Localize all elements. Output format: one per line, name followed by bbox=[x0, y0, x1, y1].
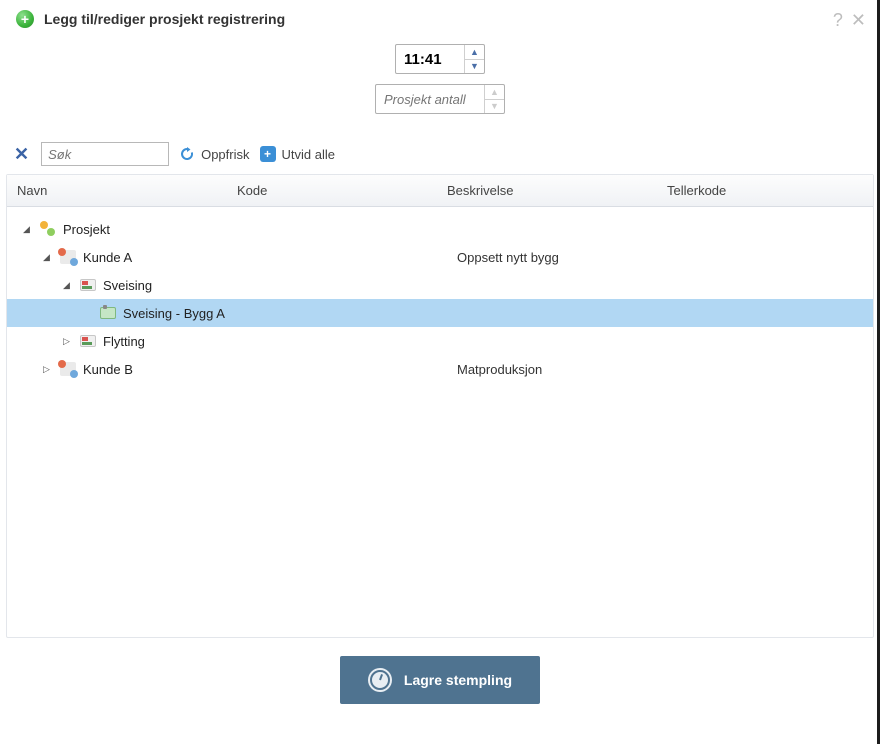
expand-label: Utvid alle bbox=[282, 147, 335, 162]
time-spinner-arrows: ▲ ▼ bbox=[464, 45, 484, 73]
amount-down-arrow: ▼ bbox=[485, 99, 504, 114]
tree-label: Sveising bbox=[103, 278, 152, 293]
time-down-arrow[interactable]: ▼ bbox=[465, 59, 484, 74]
add-icon: + bbox=[16, 10, 34, 28]
time-up-arrow[interactable]: ▲ bbox=[465, 45, 484, 59]
refresh-button[interactable]: Oppfrisk bbox=[179, 146, 249, 162]
customer-icon bbox=[59, 361, 77, 377]
time-input[interactable] bbox=[396, 45, 464, 73]
tree-label: Kunde B bbox=[83, 362, 133, 377]
tree-row-sveising[interactable]: ◢ Sveising bbox=[7, 271, 873, 299]
category-icon bbox=[79, 277, 97, 293]
tree-label: Flytting bbox=[103, 334, 145, 349]
close-icon[interactable]: ✕ bbox=[851, 10, 866, 31]
caret-collapsed-icon[interactable]: ▷ bbox=[63, 336, 73, 347]
amount-up-arrow: ▲ bbox=[485, 85, 504, 99]
customer-icon bbox=[59, 249, 77, 265]
refresh-label: Oppfrisk bbox=[201, 147, 249, 162]
expand-icon: + bbox=[260, 146, 276, 162]
tree-row-prosjekt[interactable]: ◢ Prosjekt bbox=[7, 215, 873, 243]
tree-description: Oppsett nytt bygg bbox=[457, 250, 559, 265]
search-input[interactable] bbox=[41, 142, 169, 166]
tree-row-kunde-b[interactable]: ▷ Kunde B Matproduksjon bbox=[7, 355, 873, 383]
tree-description: Matproduksjon bbox=[457, 362, 542, 377]
amount-spinner: ▲ ▼ bbox=[375, 84, 505, 114]
save-stamping-button[interactable]: Lagre stempling bbox=[340, 656, 540, 704]
col-tellerkode[interactable]: Tellerkode bbox=[657, 175, 873, 206]
tree-toolbar: ✕ Oppfrisk + Utvid alle bbox=[0, 136, 880, 174]
tree-label: Prosjekt bbox=[63, 222, 110, 237]
caret-expanded-icon[interactable]: ◢ bbox=[23, 224, 33, 235]
tree-label: Sveising - Bygg A bbox=[123, 306, 225, 321]
tree-row-flytting[interactable]: ▷ Flytting bbox=[7, 327, 873, 355]
time-spinner[interactable]: ▲ ▼ bbox=[395, 44, 485, 74]
col-navn[interactable]: Navn bbox=[7, 175, 227, 206]
tree-row-kunde-a[interactable]: ◢ Kunde A Oppsett nytt bygg bbox=[7, 243, 873, 271]
project-grid: Navn Kode Beskrivelse Tellerkode ◢ Prosj… bbox=[6, 174, 874, 638]
tree-label: Kunde A bbox=[83, 250, 132, 265]
caret-expanded-icon[interactable]: ◢ bbox=[43, 252, 53, 263]
task-icon bbox=[99, 305, 117, 321]
time-row: ▲ ▼ bbox=[0, 38, 880, 84]
col-beskrivelse[interactable]: Beskrivelse bbox=[437, 175, 657, 206]
dialog-header: + Legg til/rediger prosjekt registrering… bbox=[0, 0, 880, 38]
category-icon bbox=[79, 333, 97, 349]
amount-row: ▲ ▼ bbox=[0, 84, 880, 136]
col-kode[interactable]: Kode bbox=[227, 175, 437, 206]
dialog-footer: Lagre stempling bbox=[0, 638, 880, 730]
expand-all-button[interactable]: + Utvid alle bbox=[260, 146, 335, 162]
clear-search-icon[interactable]: ✕ bbox=[12, 144, 31, 165]
project-root-icon bbox=[39, 221, 57, 237]
amount-spinner-arrows: ▲ ▼ bbox=[484, 85, 504, 113]
grid-header: Navn Kode Beskrivelse Tellerkode bbox=[7, 175, 873, 207]
tree-row-sveising-bygg-a[interactable]: Sveising - Bygg A bbox=[7, 299, 873, 327]
amount-input bbox=[376, 85, 484, 113]
clock-icon bbox=[368, 668, 392, 692]
caret-expanded-icon[interactable]: ◢ bbox=[63, 280, 73, 291]
refresh-icon bbox=[179, 146, 195, 162]
caret-collapsed-icon[interactable]: ▷ bbox=[43, 364, 53, 375]
project-tree: ◢ Prosjekt ◢ Kunde A Oppsett nytt bygg ◢… bbox=[7, 207, 873, 637]
save-button-label: Lagre stempling bbox=[404, 672, 512, 688]
dialog-title: Legg til/rediger prosjekt registrering bbox=[44, 11, 285, 27]
help-icon[interactable]: ? bbox=[833, 10, 843, 31]
